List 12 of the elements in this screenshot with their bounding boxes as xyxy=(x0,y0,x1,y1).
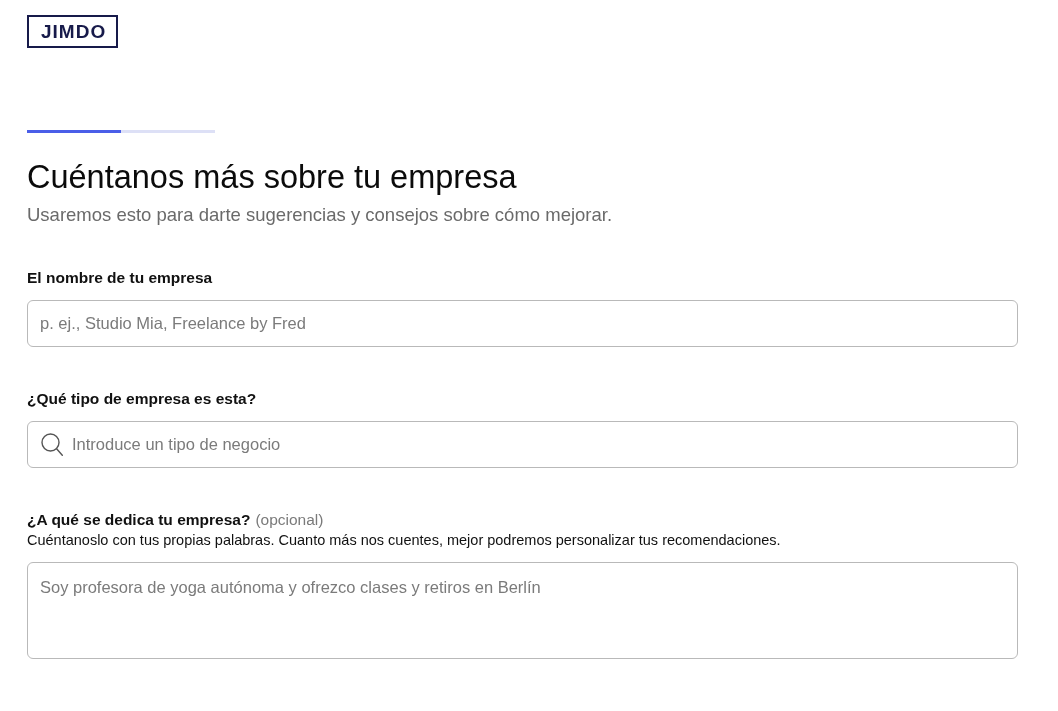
optional-note: (opcional) xyxy=(255,510,324,530)
search-field[interactable]: Introduce un tipo de negocio xyxy=(27,421,1018,468)
field-label: El nombre de tu empresa xyxy=(27,268,213,288)
page-subtitle: Usaremos esto para darte sugerencias y consejos sobre cómo mejorar. xyxy=(27,204,614,226)
text-input-field[interactable]: p. ej., Studio Mia, Freelance by Fred xyxy=(27,300,1018,347)
page-heading: Cuéntanos más sobre tu empresa xyxy=(27,158,518,196)
help-text: Cuéntanoslo con tus propias palabras. Cuanto más nos cuentes, mejor podremos personalizar tus recomendaciones. xyxy=(27,531,782,549)
search-icon xyxy=(41,433,63,456)
logo[interactable]: JIMDO xyxy=(27,15,119,48)
field-label: ¿Qué tipo de empresa es esta? xyxy=(27,389,257,409)
textarea-field[interactable]: Soy profesora de yoga autónoma y ofrezco clases y retiros en Berlín xyxy=(27,562,1018,659)
field-label: ¿A qué se dedica tu empresa? xyxy=(27,510,251,530)
